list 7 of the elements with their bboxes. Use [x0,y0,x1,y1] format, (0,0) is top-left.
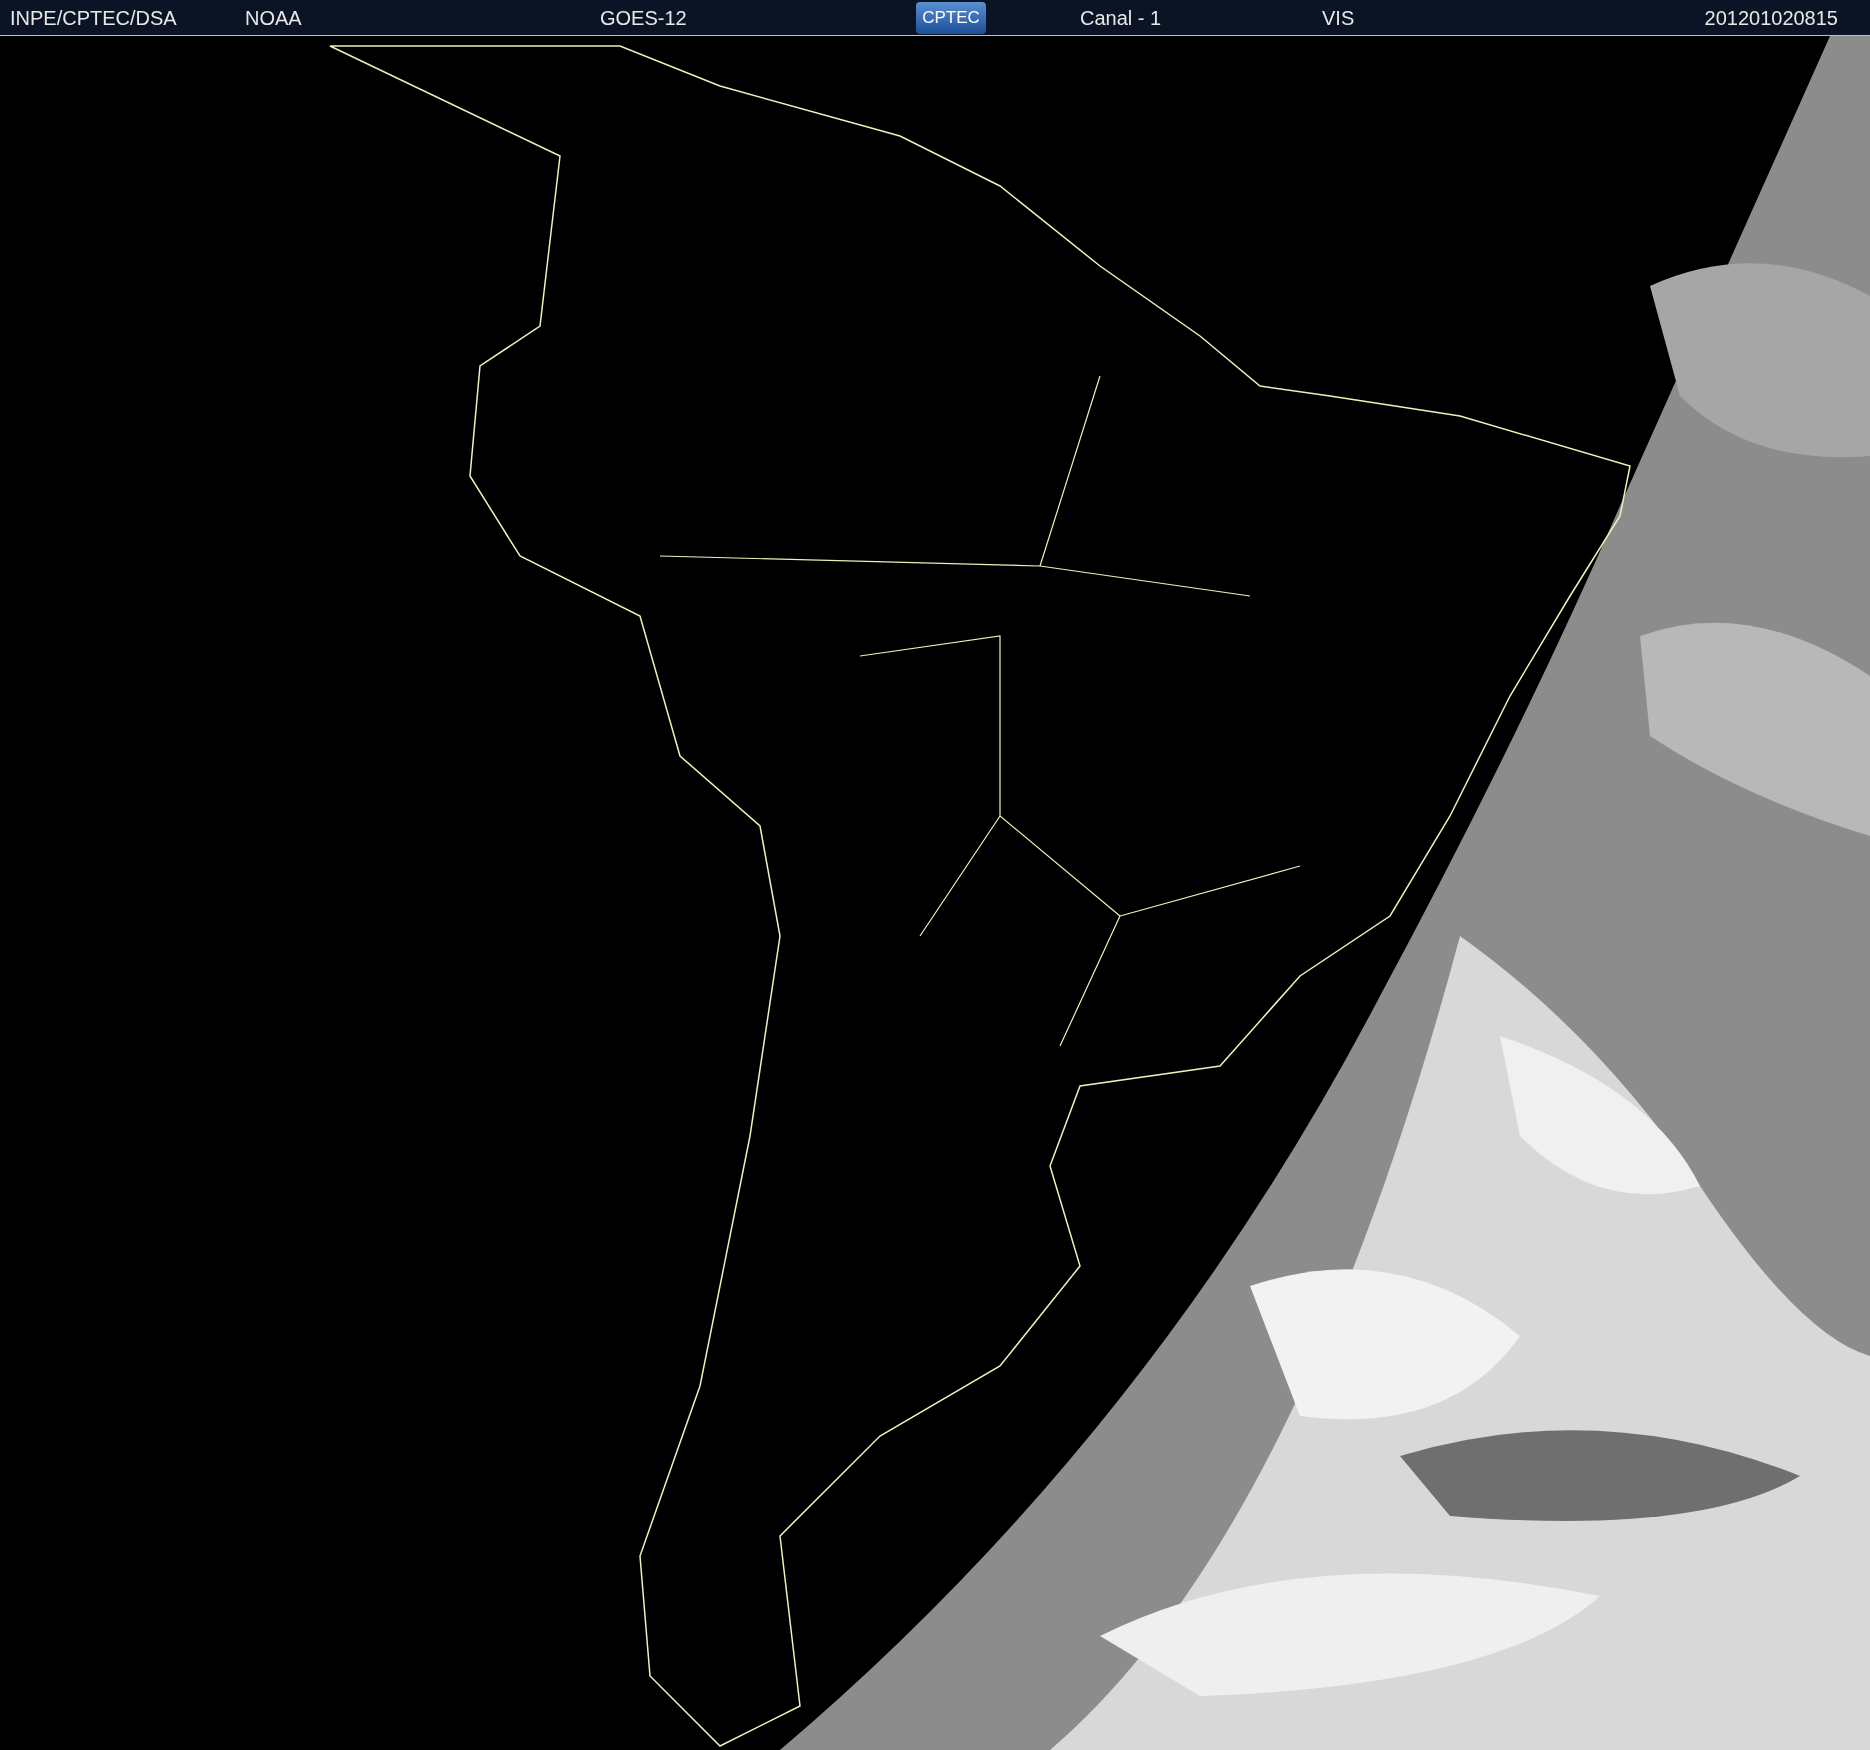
channel-label: Canal - 1 [1080,5,1163,31]
satellite-label: GOES-12 [600,5,688,31]
agency-label: INPE/CPTEC/DSA [10,5,178,31]
band-label: VIS [1322,5,1356,31]
timestamp-label: 201201020815 [1704,5,1838,31]
logo: CPTEC [916,1,986,34]
source-label: NOAA [245,5,303,31]
